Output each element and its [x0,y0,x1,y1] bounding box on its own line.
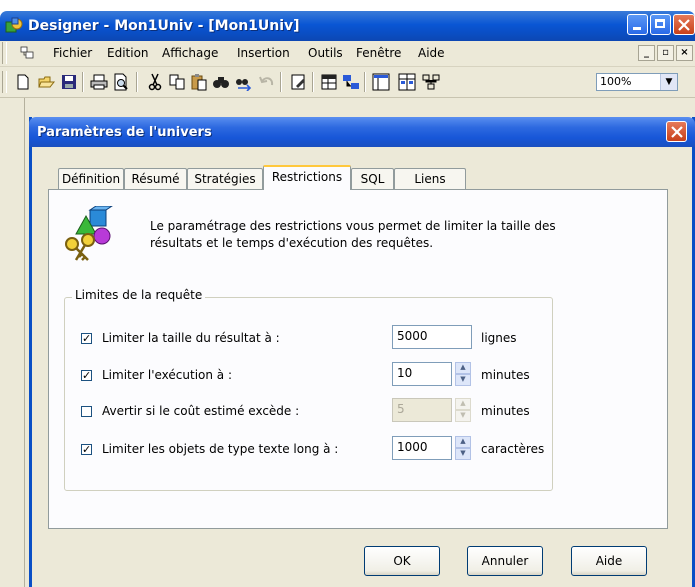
result-size-unit: lignes [481,331,517,345]
warn-cost-label: Avertir si le coût estimé excède : [102,404,300,418]
long-text-chars-unit: caractères [481,442,545,456]
find-icon[interactable] [212,73,230,91]
copy-icon[interactable] [168,73,186,91]
arrange-icon[interactable] [398,73,416,91]
toolbar-separator [312,72,314,92]
minimize-button[interactable] [627,14,648,35]
new-icon[interactable] [14,73,32,91]
spin-up-icon[interactable]: ▲ [455,398,471,410]
spin-down-icon[interactable]: ▼ [455,374,471,386]
warn-cost-checkbox[interactable] [81,406,92,417]
dialog-close-button[interactable] [666,121,687,142]
close-button[interactable] [673,14,695,35]
toolbar-separator [82,72,84,92]
limit-result-size-checkbox[interactable]: ✓ [81,333,92,344]
app-title: Designer - Mon1Univ - [Mon1Univ] [28,18,300,34]
warn-cost-minutes-input[interactable]: 5 [392,398,452,422]
undo-icon[interactable] [258,73,276,91]
warn-cost-minutes-unit: minutes [481,404,530,418]
dialog-titlebar[interactable]: Paramètres de l'univers [29,117,695,147]
description-line-2: résultats et le temps d'exécution des re… [150,236,434,250]
menu-fichier[interactable]: Fichier [53,46,92,60]
refresh-icon[interactable] [422,73,440,91]
toolbar-separator [136,72,138,92]
help-button[interactable]: Aide [571,546,647,576]
join-icon[interactable] [342,73,360,91]
print-icon[interactable] [90,73,108,91]
warn-cost-minutes-spinner[interactable]: ▲ ▼ [455,398,471,422]
ok-button[interactable]: OK [364,546,440,576]
paste-icon[interactable] [190,73,208,91]
query-limits-group-title: Limites de la requête [72,288,206,302]
menu-aide[interactable]: Aide [418,46,445,60]
spin-down-icon[interactable]: ▼ [455,410,471,422]
close-icon [678,19,690,31]
tab-restrictions[interactable]: Restrictions [263,165,351,190]
tab-resume[interactable]: Résumé [124,168,187,189]
mdi-restore-button[interactable]: ▫ [657,45,674,61]
dialog-title: Paramètres de l'univers [37,125,212,140]
document-window-icon[interactable] [20,46,34,60]
toolbar-separator [280,72,282,92]
format-icon[interactable] [290,73,308,91]
tab-strategies[interactable]: Stratégies [187,168,263,189]
toolbar-grip[interactable] [2,71,7,93]
app-titlebar[interactable]: Designer - Mon1Univ - [Mon1Univ] [0,11,695,41]
menu-affichage[interactable]: Affichage [162,46,218,60]
limit-long-text-label: Limiter les objets de type texte long à … [102,442,339,456]
restrictions-description: Le paramétrage des restrictions vous per… [150,218,590,252]
find-next-icon[interactable] [234,73,252,91]
execution-minutes-spinner[interactable]: ▲ ▼ [455,362,471,386]
limit-long-text-checkbox[interactable]: ✓ [81,444,92,455]
close-icon [671,126,683,138]
open-icon[interactable] [38,73,56,91]
long-text-chars-spinner[interactable]: ▲ ▼ [455,436,471,460]
zoom-value: 100% [600,75,632,88]
mdi-close-button[interactable]: × [676,45,693,61]
execution-minutes-unit: minutes [481,368,530,382]
print-preview-icon[interactable] [112,73,130,91]
menu-bar: Fichier Edition Affichage Insertion Outi… [0,41,695,67]
cut-icon[interactable] [146,73,164,91]
mdi-minimize-button[interactable]: _ [638,45,655,61]
chevron-down-icon[interactable]: ▼ [660,74,677,90]
spin-up-icon[interactable]: ▲ [455,436,471,448]
mdi-controls: _ ▫ × [636,45,693,61]
table-browser-icon[interactable] [320,73,338,91]
limit-execution-checkbox[interactable]: ✓ [81,370,92,381]
tab-liens[interactable]: Liens [394,168,466,189]
description-line-1: Le paramétrage des restrictions vous per… [150,219,556,233]
menu-fenetre[interactable]: Fenêtre [356,46,401,60]
maximize-button[interactable] [650,14,671,35]
tab-sql[interactable]: SQL [351,168,394,189]
list-mode-icon[interactable] [372,73,390,91]
limit-result-size-label: Limiter la taille du résultat à : [102,331,280,345]
spin-down-icon[interactable]: ▼ [455,448,471,460]
zoom-select[interactable]: 100% ▼ [596,73,678,91]
limit-execution-label: Limiter l'exécution à : [102,368,233,382]
menu-outils[interactable]: Outils [308,46,343,60]
save-icon[interactable] [60,73,78,91]
result-size-input[interactable]: 5000 [392,325,472,349]
tab-definition[interactable]: Définition [58,168,124,189]
keys-shapes-icon [65,206,113,261]
menu-insertion[interactable]: Insertion [237,46,290,60]
designer-app-icon [5,17,23,33]
long-text-chars-input[interactable]: 1000 [392,436,452,460]
standard-toolbar: 100% ▼ [0,67,695,98]
menu-grip[interactable] [2,42,7,64]
left-panel-edge [0,98,25,587]
execution-minutes-input[interactable]: 10 [392,362,452,386]
menu-edition[interactable]: Edition [107,46,149,60]
query-limits-group [64,297,553,491]
cancel-button[interactable]: Annuler [467,546,543,576]
spin-up-icon[interactable]: ▲ [455,362,471,374]
toolbar-separator [364,72,366,92]
